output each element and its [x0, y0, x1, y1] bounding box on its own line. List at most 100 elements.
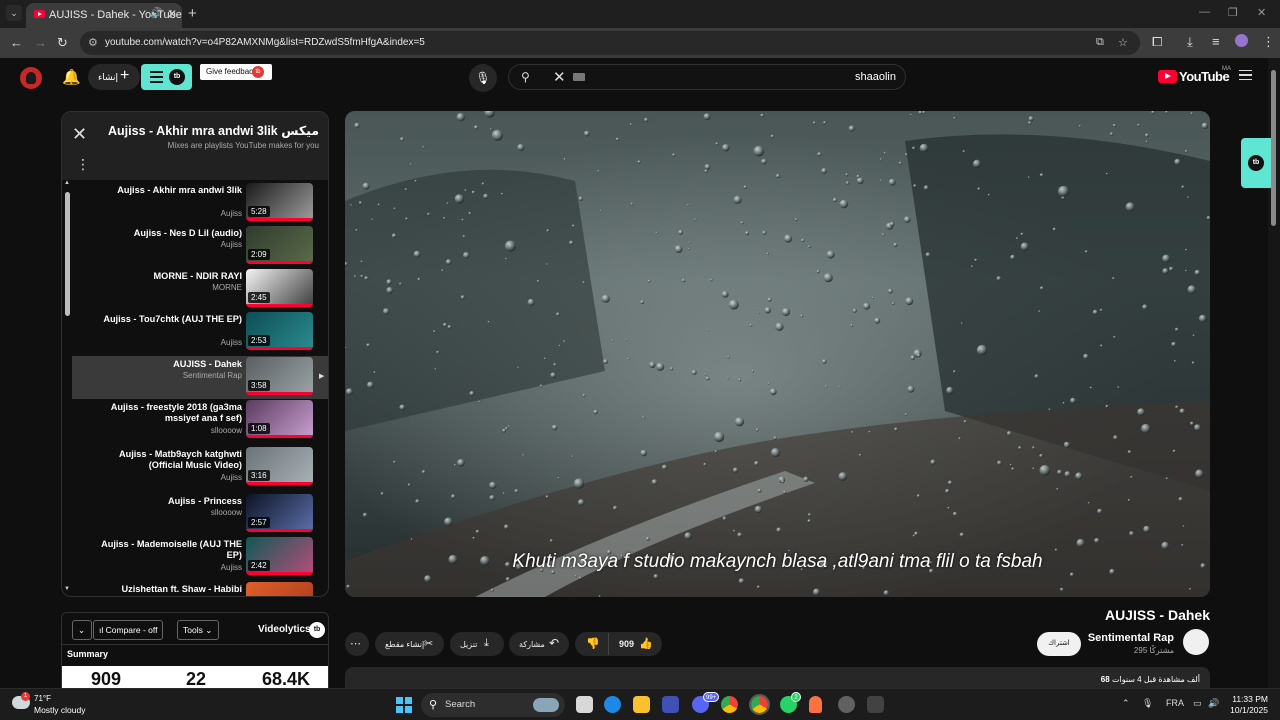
playlist-item[interactable]: 2:57 Aujiss - Princess slloooow [72, 493, 328, 536]
close-playlist-icon[interactable]: ✕ [72, 124, 87, 145]
voice-search-mic-icon[interactable]: 🎙 [469, 64, 497, 92]
system-clock[interactable]: 11:33 PM 10/1/2025 [1228, 694, 1268, 716]
tray-overflow-icon[interactable]: ⌃ [1122, 698, 1130, 709]
playlist-item-title[interactable]: Uzishettan ft. Shaw - Habibi [92, 584, 242, 595]
taskbar-search[interactable]: ⚲ Search [421, 693, 565, 717]
playlist-item-title[interactable]: Aujiss - Nes D Lil (audio) [92, 228, 242, 239]
like-icon[interactable]: 👍 [639, 637, 653, 650]
profile-avatar[interactable] [1235, 34, 1248, 47]
back-button[interactable]: ← [10, 35, 23, 50]
playlist-item-title[interactable]: Aujiss - freestyle 2018 (ga3ma mssiyef a… [92, 402, 242, 424]
browser-menu-icon[interactable]: ⋮ [1262, 34, 1275, 50]
terminal-icon[interactable] [867, 696, 884, 713]
channel-name[interactable]: Sentimental Rap [1088, 632, 1174, 644]
close-window-button[interactable]: ✕ [1257, 6, 1266, 19]
share-icon: ↶ [549, 636, 560, 650]
search-icon[interactable]: ⚲ [521, 70, 530, 84]
network-icon[interactable]: ▭ [1193, 698, 1202, 709]
chrome-active-icon[interactable] [749, 694, 770, 715]
scrollbar-thumb[interactable] [1271, 70, 1276, 226]
playlist-item[interactable]: 2:45 MORNE - NDIR RAYI MORNE [72, 268, 328, 311]
extensions-icon[interactable]: ⧠ [1152, 34, 1162, 50]
speaker-icon[interactable]: 🔊 [150, 8, 162, 19]
reload-button[interactable]: ↻ [57, 35, 68, 51]
playlist-item-title[interactable]: Aujiss - Matb9aych katghwti (Official Mu… [92, 449, 242, 471]
site-info-icon[interactable]: ⚙ [88, 36, 98, 49]
playlist-scrollbar[interactable]: ▲ ▼ [64, 180, 72, 596]
clip-button[interactable]: إنشاء مقطع ✂ [375, 632, 444, 656]
video-player[interactable] [345, 111, 1210, 597]
keyboard-icon[interactable] [573, 73, 585, 81]
cast-icon[interactable]: ⧉ [1096, 36, 1104, 49]
playlist-item[interactable]: Uzishettan ft. Shaw - Habibi [72, 581, 328, 596]
share-button[interactable]: مشاركة ↶ [509, 632, 569, 656]
compare-button[interactable]: ıl Compare - off [93, 620, 164, 640]
omnibox[interactable]: ⚙ youtube.com/watch?v=o4P82AMXNMg&list=R… [80, 31, 1140, 55]
task-view-icon[interactable] [576, 696, 593, 713]
more-actions-button[interactable]: ⋯ [345, 632, 369, 656]
collapse-chevron-icon[interactable]: ⌄ [72, 620, 92, 640]
videolytics-side-tab[interactable]: tb [1241, 138, 1271, 188]
playlist-title[interactable]: Aujiss - Akhir mra andwi 3lik ميكس [108, 123, 319, 138]
playlist-header: ✕ ⋮ Aujiss - Akhir mra andwi 3lik ميكس M… [62, 112, 328, 180]
start-button[interactable] [396, 697, 412, 713]
playlist-item-author: Aujiss [220, 338, 242, 347]
guide-menu-icon[interactable] [1239, 70, 1252, 80]
whatsapp-icon[interactable]: 2 [780, 692, 801, 713]
notifications-bell-icon[interactable]: 🔔 [62, 68, 81, 86]
minimize-button[interactable]: — [1199, 6, 1210, 18]
microphone-app-icon[interactable] [809, 696, 822, 713]
playlist-scroll-thumb[interactable] [65, 192, 70, 316]
chrome-icon[interactable] [721, 696, 738, 713]
obs-icon[interactable] [838, 696, 855, 713]
edge-icon[interactable] [604, 696, 621, 713]
tab-search-button[interactable]: ⌄ [6, 5, 22, 21]
playlist-item-title[interactable]: Aujiss - Akhir mra andwi 3lik [92, 185, 242, 196]
volume-icon[interactable]: 🔊 [1208, 698, 1219, 709]
watched-progress-bar [246, 261, 313, 264]
downloads-icon[interactable]: ⤓ [1187, 34, 1193, 50]
playlist-item[interactable]: 1:08 Aujiss - freestyle 2018 (ga3ma mssiy… [72, 399, 328, 442]
playlist-item-title[interactable]: Aujiss - Princess [92, 496, 242, 507]
more-actions-icon[interactable]: ⋮ [76, 156, 90, 173]
microphone-icon[interactable]: 🎙 [1142, 698, 1153, 709]
bookmark-star-icon[interactable]: ☆ [1118, 36, 1128, 49]
close-tab-icon[interactable]: ✕ [167, 7, 177, 21]
playlist-item[interactable]: 3:58 AUJISS - Dahek Sentimental Rap ▶ [72, 356, 328, 399]
browser-tab[interactable]: AUJISS - Dahek - YouTube 🔊 ✕ [26, 3, 182, 28]
subscribe-button[interactable]: اشتراك [1037, 632, 1081, 656]
scroll-up-arrow-icon[interactable]: ▲ [64, 180, 70, 186]
playlist-item-title[interactable]: MORNE - NDIR RAYI [92, 271, 242, 282]
playlist-item[interactable]: 5:28 Aujiss - Akhir mra andwi 3lik Aujiss [72, 182, 328, 225]
videolytics-toggle-button[interactable]: tb [141, 64, 192, 90]
microsoft-store-icon[interactable] [662, 696, 679, 713]
give-feedback-button[interactable]: Give feedback tb [200, 64, 272, 80]
watched-progress-bar [246, 347, 313, 350]
download-button[interactable]: تنزيل ⤓ [450, 632, 504, 656]
playlist-item[interactable]: 2:09 Aujiss - Nes D Lil (audio) Aujiss [72, 225, 328, 268]
new-tab-button[interactable]: + [188, 5, 197, 22]
playlist-item[interactable]: 3:16 Aujiss - Matb9aych katghwti (Officia… [72, 446, 328, 489]
like-count[interactable]: 909 [619, 639, 634, 649]
tools-button[interactable]: Tools ⌄ [177, 620, 219, 640]
playlist-item[interactable]: 2:53 Aujiss - Tou7chtk (AUJ THE EP) Aujiss [72, 311, 328, 354]
summary-label: Summary [67, 649, 109, 659]
url-text[interactable]: youtube.com/watch?v=o4P82AMXNMg&list=RDZ… [105, 37, 425, 48]
language-indicator[interactable]: FRA [1166, 698, 1184, 708]
create-button[interactable]: إنشاء + [88, 64, 140, 90]
playlist-item-title[interactable]: Aujiss - Tou7chtk (AUJ THE EP) [92, 314, 242, 325]
account-avatar[interactable] [20, 67, 42, 89]
clear-search-icon[interactable]: ✕ [553, 68, 566, 86]
video-thumbnail[interactable] [246, 582, 313, 596]
restore-button[interactable]: ❐ [1228, 6, 1238, 19]
search-box[interactable]: ⚲ ✕ shaaolin [508, 64, 906, 90]
dislike-icon[interactable]: 👎 [586, 637, 600, 650]
file-explorer-icon[interactable] [633, 696, 650, 713]
discord-icon[interactable]: 99+ [692, 692, 720, 713]
forward-button[interactable]: → [34, 35, 47, 50]
search-input[interactable]: shaaolin [855, 71, 896, 83]
scroll-down-arrow-icon[interactable]: ▼ [64, 586, 70, 592]
reading-list-icon[interactable]: ≡ [1212, 34, 1220, 49]
channel-avatar[interactable] [1183, 629, 1209, 655]
playlist-item-title[interactable]: AUJISS - Dahek [92, 359, 242, 370]
